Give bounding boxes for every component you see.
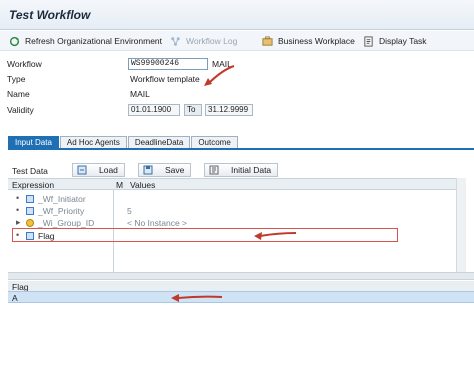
workflow-log-button[interactable]: Workflow Log [170,34,237,48]
refresh-org-environment-label: Refresh Organizational Environment [25,36,163,46]
tree-expression: _Wf_Initiator [38,194,86,204]
save-icon [143,165,153,175]
initial-data-icon [209,165,219,175]
tree-value: 5 [127,206,132,216]
tree-expression: _Wf_Priority [38,206,85,216]
tree-value: < No Instance > [127,218,188,228]
display-task-icon [364,35,373,47]
name-row: Name MAIL [0,88,474,100]
name-label: Name [7,89,30,99]
tab-ad-hoc-agents[interactable]: Ad Hoc Agents [59,136,127,148]
save-label: Save [165,165,185,175]
tab-outcome[interactable]: Outcome [191,136,238,148]
business-workplace-button[interactable]: Business Workplace [262,34,355,48]
test-data-label: Test Data [12,166,48,176]
name-value: MAIL [130,89,150,99]
initial-data-button[interactable]: Initial Data [204,163,279,177]
title-bar: Test Workflow [0,0,474,30]
tree-column-header: Expression M Values [8,178,456,190]
tree-expression: _Wi_Group_ID [38,218,95,228]
refresh-icon [9,36,20,46]
expand-toggle[interactable]: ▸ [16,217,21,228]
validity-to-label: To [184,104,202,116]
annotation-arrow-detail [171,294,223,302]
tree-row-wf-priority[interactable]: • _Wf_Priority 5 [8,205,456,217]
display-task-button[interactable]: Display Task [363,34,427,48]
save-button[interactable]: Save [138,163,192,177]
tree-row-wf-initiator[interactable]: • _Wf_Initiator [8,193,456,205]
tab-deadline-data[interactable]: DeadlineData [127,136,191,148]
load-icon [77,165,87,175]
col-expression[interactable]: Expression [12,180,54,190]
load-button[interactable]: Load [72,163,125,177]
detail-value-row[interactable]: A [8,291,474,303]
refresh-org-environment-button[interactable]: Refresh Organizational Environment [9,34,162,48]
business-workplace-icon [262,35,273,46]
annotation-arrow-flag [254,232,297,240]
object-instance-icon [26,219,34,227]
application-toolbar: Refresh Organizational Environment Workf… [0,31,474,51]
container-element-icon [26,195,34,203]
tab-input-data[interactable]: Input Data [8,136,59,148]
load-label: Load [99,165,118,175]
initial-data-label: Initial Data [231,165,272,175]
window-title: Test Workflow [9,8,91,22]
splitter[interactable] [8,272,474,280]
detail-header: Flag [8,281,474,292]
flag-highlight-box [12,228,398,242]
tree-marker: • [16,193,20,203]
workflow-log-label: Workflow Log [186,36,238,46]
workflow-id-field[interactable]: WS99900246 [128,58,208,70]
container-element-icon [26,207,34,215]
validity-label: Validity [7,105,34,115]
validity-from-field[interactable]: 01.01.1900 [128,104,180,116]
tab-strip: Input Data Ad Hoc Agents DeadlineData Ou… [8,136,239,148]
type-label: Type [7,74,26,84]
display-task-label: Display Task [379,36,427,46]
detail-value[interactable]: A [12,293,18,303]
test-data-header: Test Data Load Save Initial Data [8,160,474,178]
type-row: Type Workflow template [0,73,474,85]
workflow-log-icon [171,36,180,46]
type-value: Workflow template [130,74,200,84]
tree-scrollbar[interactable] [456,178,466,273]
col-values[interactable]: Values [130,180,155,190]
validity-to-field[interactable]: 31.12.9999 [205,104,253,116]
business-workplace-label: Business Workplace [278,36,355,46]
col-m[interactable]: M [116,180,123,190]
tree-marker: • [16,205,20,215]
workflow-label: Workflow [7,59,42,69]
